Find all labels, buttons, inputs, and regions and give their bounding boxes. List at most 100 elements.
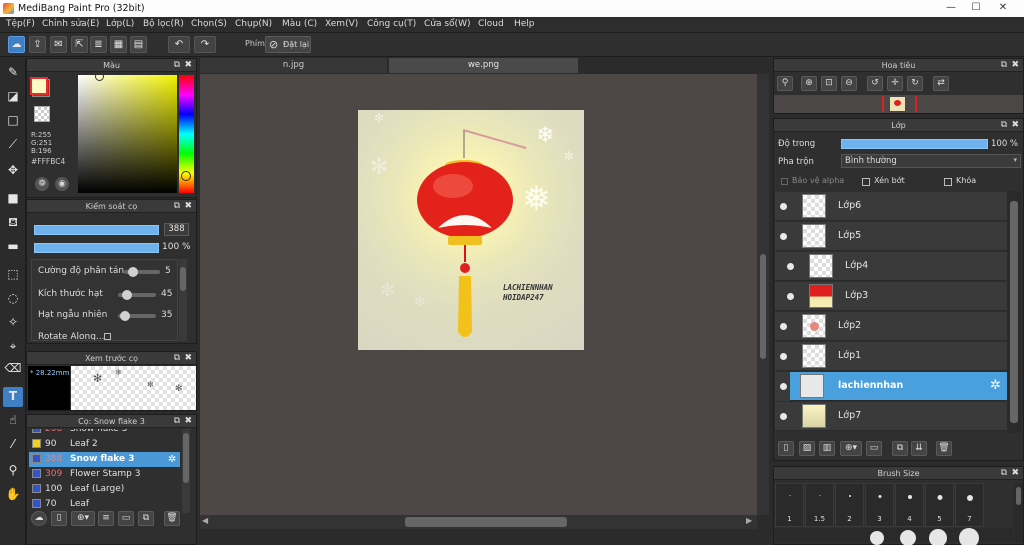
layer-opacity-slider[interactable] bbox=[841, 139, 988, 149]
menu-help[interactable]: Help bbox=[514, 19, 535, 29]
eyedropper-tool-icon[interactable]: ⁄ bbox=[3, 435, 23, 455]
palette-icon[interactable]: ❁ bbox=[35, 177, 49, 191]
rectangle-tool-icon[interactable]: □ bbox=[3, 111, 23, 131]
detach-icon[interactable]: ⧉ bbox=[1001, 467, 1007, 480]
transparent-swatch[interactable] bbox=[34, 106, 50, 122]
minimize-button[interactable]: — bbox=[940, 0, 962, 17]
scroll-left-icon[interactable]: ◀ bbox=[202, 516, 208, 525]
new-8bit-layer-icon[interactable]: ▥ bbox=[819, 441, 835, 456]
canvas-viewport[interactable]: ✻ ❄ ❅ ✻ ✼ ✻ ✻ LACHIENNHAN HOIDAP247 bbox=[200, 74, 757, 515]
folder-icon[interactable]: ▭ bbox=[118, 511, 134, 526]
menu-window[interactable]: Cửa sổ(W) bbox=[424, 19, 470, 29]
scrollbar-thumb[interactable] bbox=[405, 517, 567, 527]
lock-checkbox[interactable] bbox=[944, 178, 952, 186]
brush-size-scrollbar[interactable] bbox=[1014, 483, 1023, 543]
canvas-vertical-scrollbar[interactable] bbox=[757, 74, 769, 515]
brush-list-item-selected[interactable]: 388 Snow flake 3 ✲ bbox=[29, 452, 180, 467]
menu-view[interactable]: Xem(V) bbox=[325, 19, 358, 29]
delete-brush-icon[interactable]: 🗑 bbox=[164, 511, 180, 526]
menu-capture[interactable]: Chụp(N) bbox=[235, 19, 272, 29]
blend-mode-select[interactable]: Bình thường ▾ bbox=[841, 154, 1021, 168]
brush-list-item[interactable]: 208 Snow flake 3 bbox=[29, 429, 180, 437]
merge-down-icon[interactable]: ⇊ bbox=[911, 441, 927, 456]
detach-icon[interactable]: ⧉ bbox=[174, 415, 180, 428]
zoom-actual-icon[interactable]: ⊡ bbox=[821, 76, 837, 91]
brush-size-preset[interactable]: 4 bbox=[895, 483, 924, 527]
visibility-icon[interactable] bbox=[787, 263, 794, 270]
rotate-left-icon[interactable]: ↺ bbox=[867, 76, 883, 91]
visibility-icon[interactable] bbox=[780, 203, 787, 210]
export-icon[interactable]: ⇱ bbox=[71, 36, 88, 53]
layer-row[interactable]: Lớp7 bbox=[775, 402, 1007, 431]
scrollbar-thumb[interactable] bbox=[1016, 487, 1021, 505]
visibility-icon[interactable] bbox=[780, 323, 787, 330]
protect-alpha-checkbox[interactable] bbox=[781, 178, 788, 185]
menu-file[interactable]: Tệp(F) bbox=[6, 19, 35, 29]
menu-select[interactable]: Chọn(S) bbox=[191, 19, 227, 29]
brush-size-preset[interactable]: 2 bbox=[835, 483, 864, 527]
layer-settings-gear-icon[interactable]: ✲ bbox=[990, 378, 1001, 393]
zoom-out-icon[interactable]: ⊖ bbox=[841, 76, 857, 91]
visibility-icon[interactable] bbox=[780, 383, 787, 390]
redo-icon[interactable]: ↷ bbox=[194, 36, 216, 53]
detach-icon[interactable]: ⧉ bbox=[174, 200, 180, 213]
artwork-canvas[interactable]: ✻ ❄ ❅ ✻ ✼ ✻ ✻ LACHIENNHAN HOIDAP247 bbox=[358, 110, 584, 350]
folder-icon[interactable]: ▭ bbox=[866, 441, 882, 456]
tab-n-jpg[interactable]: n.jpg bbox=[200, 58, 387, 73]
document-icon[interactable]: ≣ bbox=[90, 36, 107, 53]
new-brush-icon[interactable]: ▯ bbox=[51, 511, 67, 526]
particle-size-knob[interactable] bbox=[122, 290, 132, 300]
menu-cloud[interactable]: Cloud bbox=[478, 19, 504, 29]
brush-size-slider[interactable] bbox=[34, 225, 159, 235]
layer-list-scrollbar[interactable] bbox=[1007, 191, 1021, 433]
layer-row[interactable]: Lớp3 bbox=[775, 282, 1007, 311]
text-tool-icon[interactable]: T bbox=[3, 387, 23, 407]
brush-size-value[interactable]: 388 bbox=[164, 223, 189, 236]
random-particle-knob[interactable] bbox=[120, 311, 130, 321]
detach-icon[interactable]: ⧉ bbox=[1001, 119, 1007, 132]
rotate-along-checkbox[interactable] bbox=[104, 333, 111, 340]
menu-layer[interactable]: Lớp(L) bbox=[106, 19, 134, 29]
layer-row[interactable]: Lớp1 bbox=[775, 342, 1007, 371]
line-tool-icon[interactable]: ⟋ bbox=[3, 135, 23, 155]
magic-wand-tool-icon[interactable]: ✧ bbox=[3, 313, 23, 333]
hue-slider[interactable] bbox=[179, 75, 194, 193]
duplicate-layer-icon[interactable]: ⧉ bbox=[892, 441, 908, 456]
brush-properties-icon[interactable]: ≡ bbox=[98, 511, 114, 526]
scrollbar-thumb[interactable] bbox=[760, 254, 766, 359]
grid-icon[interactable]: ▤ bbox=[130, 36, 147, 53]
gradient-tool-icon[interactable]: ▬ bbox=[3, 237, 23, 257]
new-halftone-layer-icon[interactable]: ▨ bbox=[799, 441, 815, 456]
scatter-knob[interactable] bbox=[128, 267, 138, 277]
new-layer-icon[interactable]: ▯ bbox=[778, 441, 794, 456]
cloud-icon[interactable]: ☁ bbox=[8, 36, 25, 53]
zoom-in-icon[interactable]: ⊕ bbox=[801, 76, 817, 91]
close-icon[interactable]: ✖ bbox=[184, 200, 192, 213]
undo-icon[interactable]: ↶ bbox=[168, 36, 190, 53]
move-tool-icon[interactable]: ✥ bbox=[3, 161, 23, 181]
size-dot[interactable] bbox=[929, 529, 947, 545]
add-layer-dropdown-icon[interactable]: ⊕▾ bbox=[840, 441, 862, 456]
detach-icon[interactable]: ⧉ bbox=[174, 59, 180, 72]
close-icon[interactable]: ✖ bbox=[184, 415, 192, 428]
operation-tool-icon[interactable]: ☝ bbox=[3, 411, 23, 431]
brush-size-preset[interactable]: 5 bbox=[925, 483, 954, 527]
zoom-tool-icon[interactable]: ⚲ bbox=[3, 461, 23, 481]
size-dot[interactable] bbox=[900, 530, 916, 545]
rotate-right-icon[interactable]: ↻ bbox=[907, 76, 923, 91]
page-manager-icon[interactable]: ▦ bbox=[110, 36, 127, 53]
saturation-value-picker[interactable] bbox=[78, 72, 177, 193]
select-eraser-tool-icon[interactable]: ⌫ bbox=[3, 359, 23, 379]
duplicate-icon[interactable]: ⧉ bbox=[138, 511, 154, 526]
navigator-thumbnail[interactable] bbox=[774, 95, 1023, 113]
size-dot[interactable] bbox=[870, 531, 884, 545]
menu-edit[interactable]: Chỉnh sửa(E) bbox=[42, 19, 99, 29]
brush-list-item[interactable]: 90 Leaf 2 bbox=[29, 437, 180, 452]
scrollbar-thumb[interactable] bbox=[180, 267, 186, 291]
menu-filter[interactable]: Bộ lọc(R) bbox=[143, 19, 184, 29]
cloud-brush-icon[interactable]: ☁ bbox=[31, 511, 47, 526]
scrollbar-thumb[interactable] bbox=[183, 433, 189, 483]
scrollbar-thumb[interactable] bbox=[1010, 201, 1018, 423]
brush-settings-scrollbar[interactable] bbox=[179, 259, 187, 341]
close-icon[interactable]: ✖ bbox=[1011, 119, 1019, 132]
